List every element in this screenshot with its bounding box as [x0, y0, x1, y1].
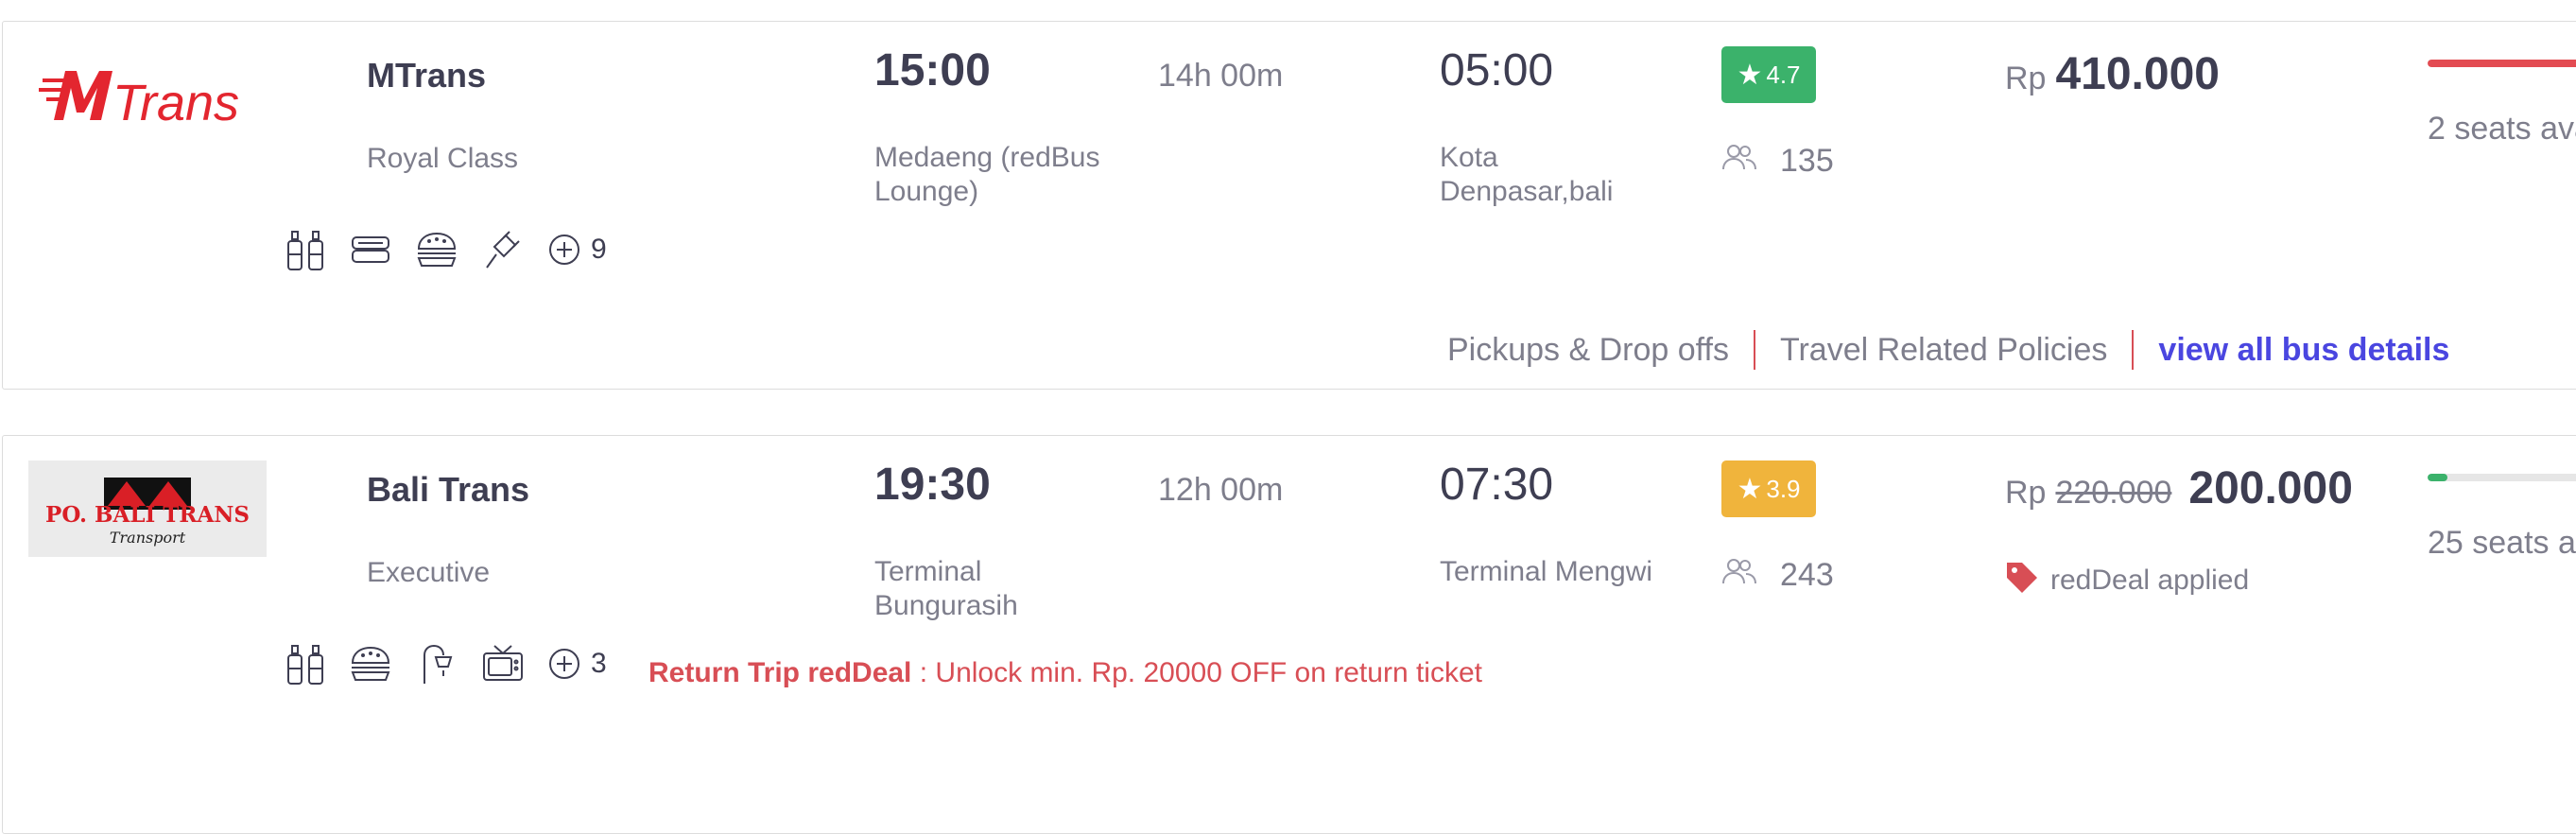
svg-text:Trans: Trans	[112, 75, 239, 131]
bus-type: Royal Class	[367, 143, 519, 174]
boarding-point[interactable]: Terminal Bungurasih	[874, 555, 1054, 623]
snacks-icon[interactable]	[349, 642, 392, 686]
amenities: 3	[285, 642, 607, 686]
view-bus-details-link[interactable]: view all bus details	[2158, 332, 2449, 369]
rating-value: 3.9	[1766, 474, 1801, 503]
reviews[interactable]: 243	[1721, 557, 1834, 594]
reddeal-label: redDeal applied	[2050, 565, 2250, 596]
reviews-count: 135	[1780, 143, 1834, 179]
departure-time: 15:00	[874, 45, 991, 96]
boarding-point[interactable]: Medaeng (redBus Lounge)	[874, 141, 1149, 209]
rating-badge: ★ 3.9	[1721, 460, 1816, 517]
blanket-icon[interactable]	[349, 228, 392, 271]
reviews[interactable]: 135	[1721, 143, 1834, 180]
price: 410.000	[2055, 49, 2220, 99]
operator-name: MTrans	[367, 56, 487, 95]
rating-badge: ★ 4.7	[1721, 46, 1816, 103]
operator-name: Bali Trans	[367, 470, 530, 509]
pickups-dropoffs-link[interactable]: Pickups & Drop offs	[1447, 332, 1729, 369]
more-amenities-count: 3	[591, 648, 607, 679]
water-bottle-icon[interactable]	[285, 642, 326, 686]
fare: Rp 410.000	[2005, 48, 2220, 100]
people-icon	[1721, 143, 1757, 180]
seats-available: 2 seats available	[2428, 111, 2576, 147]
star-icon: ★	[1737, 473, 1763, 505]
charging-point-icon[interactable]	[481, 228, 525, 271]
amenities: 9	[285, 228, 607, 271]
mtrans-logo: Trans	[37, 58, 256, 138]
logo-text: PO. BALI TRANS	[45, 502, 250, 528]
divider	[2132, 330, 2135, 370]
plus-circle-icon	[549, 649, 579, 679]
plus-circle-icon	[549, 235, 579, 265]
arrival-time: 05:00	[1440, 45, 1554, 96]
more-amenities-count: 9	[591, 234, 607, 265]
seats-bar	[2428, 474, 2576, 481]
star-icon: ★	[1737, 59, 1763, 91]
bus-links: Pickups & Drop offs Travel Related Polic…	[1447, 330, 2449, 370]
currency: Rp	[2005, 61, 2047, 96]
original-price: 220.000	[2055, 475, 2172, 511]
seats-available: 25 seats available	[2428, 525, 2576, 561]
bus-type: Executive	[367, 557, 491, 588]
people-icon	[1721, 557, 1757, 594]
seats-bar-fill	[2428, 474, 2447, 481]
arrival-time: 07:30	[1440, 460, 1554, 510]
return-deal-title: Return Trip redDeal	[648, 657, 912, 688]
price: 200.000	[2188, 463, 2353, 513]
return-deal-text: : Unlock min. Rp. 20000 OFF on return ti…	[911, 657, 1482, 688]
bus-card-mtrans[interactable]: Trans MTrans Royal Class 15:00 14h 00m 0…	[2, 21, 2576, 390]
return-trip-deal[interactable]: Return Trip redDeal : Unlock min. Rp. 20…	[648, 657, 1482, 689]
bus-card-bali-trans[interactable]: PO. BALI TRANS Transport Bali Trans Exec…	[2, 435, 2576, 834]
logo-subtext: Transport	[109, 529, 186, 547]
reddeal-applied[interactable]: redDeal applied	[2003, 559, 2249, 602]
dropping-point[interactable]: Kota Denpasar,bali	[1440, 141, 1657, 209]
travel-policies-link[interactable]: Travel Related Policies	[1780, 332, 2107, 369]
tv-icon[interactable]	[481, 642, 525, 686]
fare: Rp 220.000 200.000	[2005, 462, 2353, 514]
snacks-icon[interactable]	[415, 228, 458, 271]
currency: Rp	[2005, 475, 2047, 511]
bali-trans-logo: PO. BALI TRANS Transport	[28, 460, 267, 557]
more-amenities[interactable]: 9	[547, 233, 607, 267]
journey-duration: 12h 00m	[1158, 472, 1284, 508]
more-amenities[interactable]: 3	[547, 647, 607, 681]
seats-bar-fill	[2428, 60, 2576, 67]
reading-light-icon[interactable]	[415, 642, 458, 686]
departure-time: 19:30	[874, 460, 991, 510]
reviews-count: 243	[1780, 557, 1834, 593]
dropping-point[interactable]: Terminal Mengwi	[1440, 555, 1723, 589]
water-bottle-icon[interactable]	[285, 228, 326, 271]
journey-duration: 14h 00m	[1158, 58, 1284, 94]
divider	[1753, 330, 1755, 370]
seats-bar	[2428, 60, 2576, 67]
rating-value: 4.7	[1766, 60, 1801, 89]
tag-icon	[2003, 559, 2039, 602]
